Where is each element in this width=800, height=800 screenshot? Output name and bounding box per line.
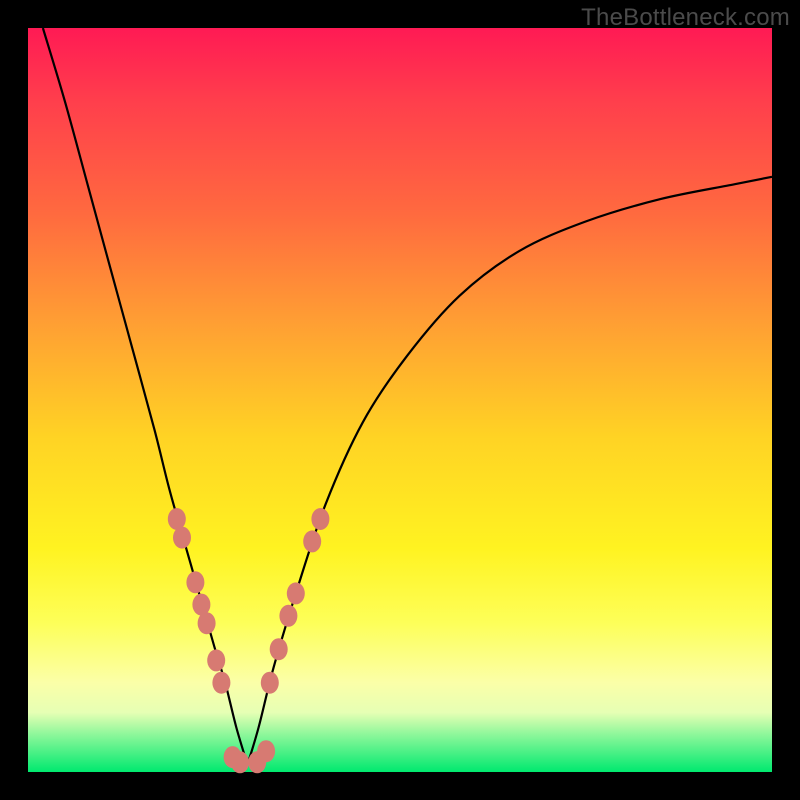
right-curve xyxy=(248,177,773,765)
data-point xyxy=(303,530,321,552)
data-point xyxy=(212,672,230,694)
data-point xyxy=(231,751,249,773)
data-point xyxy=(257,740,275,762)
data-point xyxy=(207,649,225,671)
data-point xyxy=(173,527,191,549)
data-point xyxy=(279,605,297,627)
data-point xyxy=(311,508,329,530)
outer-frame: TheBottleneck.com xyxy=(0,0,800,800)
data-points xyxy=(168,508,330,773)
data-point xyxy=(261,672,279,694)
plot-area xyxy=(28,28,772,772)
data-point xyxy=(287,582,305,604)
chart-svg xyxy=(28,28,772,772)
data-point xyxy=(270,638,288,660)
data-point xyxy=(186,571,204,593)
data-point xyxy=(198,612,216,634)
